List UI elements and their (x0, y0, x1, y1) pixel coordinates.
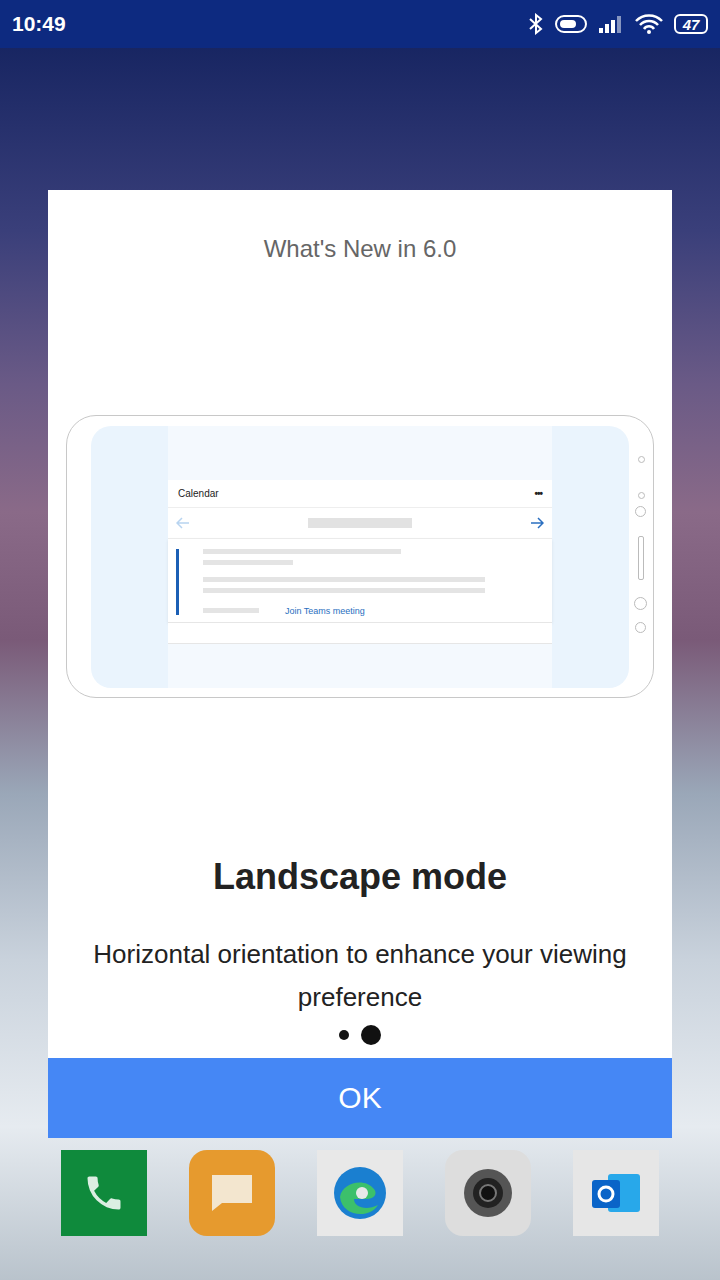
feature-title: Landscape mode (213, 855, 507, 899)
wifi-icon (634, 13, 664, 35)
back-arrow-icon (176, 517, 190, 529)
ok-button[interactable]: OK (48, 1058, 672, 1138)
menu: ••• (534, 488, 542, 499)
vibrate-icon (554, 13, 588, 35)
dock (0, 1150, 720, 1236)
edge-icon[interactable] (317, 1150, 403, 1236)
app-title: Calendar (178, 488, 219, 499)
page-dot[interactable] (339, 1030, 349, 1040)
page-indicator (339, 1025, 381, 1045)
whats-new-dialog: What's New in 6.0 Calendar ••• (48, 190, 672, 1138)
phone-icon[interactable] (61, 1150, 147, 1236)
feature-description: Horizontal orientation to enhance your v… (48, 933, 672, 1019)
forward-arrow-icon (530, 517, 544, 529)
signal-icon (598, 13, 624, 35)
join-link: Join Teams meeting (285, 606, 365, 616)
outlook-icon[interactable] (573, 1150, 659, 1236)
status-bar: 10:49 47 (0, 0, 720, 48)
bluetooth-icon (528, 13, 544, 35)
battery-level: 47 (683, 16, 700, 33)
phone-illustration: Calendar ••• (66, 415, 654, 698)
messages-icon[interactable] (189, 1150, 275, 1236)
page-dot[interactable] (361, 1025, 381, 1045)
dialog-heading: What's New in 6.0 (264, 190, 457, 264)
battery: 47 (674, 14, 708, 34)
camera-icon[interactable] (445, 1150, 531, 1236)
clock: 10:49 (12, 12, 66, 36)
